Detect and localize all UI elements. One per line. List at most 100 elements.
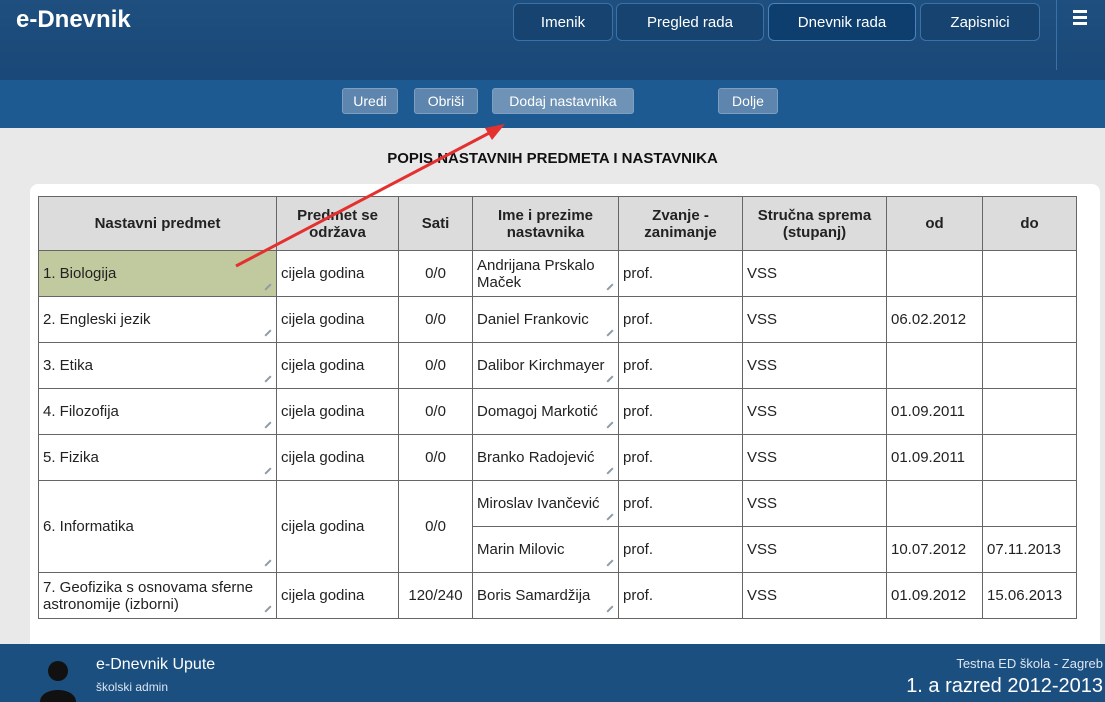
edit-button[interactable]: Uredi [342, 88, 398, 114]
pencil-icon[interactable] [264, 378, 270, 384]
to-cell [982, 480, 1077, 527]
top-header: e-Dnevnik Imenik Pregled rada Dnevnik ra… [0, 0, 1105, 80]
subject-name: 1. Biologija [43, 265, 117, 282]
col-degree: Stručna sprema (stupanj) [742, 196, 887, 251]
school-name: Testna ED škola - Zagreb [956, 656, 1103, 671]
pencil-icon[interactable] [606, 332, 612, 338]
nav-imenik[interactable]: Imenik [513, 3, 613, 41]
toolbar: Uredi Obriši Dodaj nastavnika Dolje [0, 80, 1105, 128]
user-role: školski admin [96, 680, 169, 694]
title-cell: prof. [618, 388, 743, 435]
pencil-icon[interactable] [606, 516, 612, 522]
subject-cell[interactable]: 1. Biologija [38, 250, 277, 297]
help-link[interactable]: e-Dnevnik Upute [96, 656, 215, 674]
degree-cell: VSS [742, 572, 887, 619]
pencil-icon[interactable] [264, 470, 270, 476]
teacher-cell[interactable]: Boris Samardžija [472, 572, 619, 619]
nav-dnevnik-rada[interactable]: Dnevnik rada [768, 3, 916, 41]
footer: e-Dnevnik Upute školski admin Testna ED … [0, 644, 1105, 702]
teacher-name: Dalibor Kirchmayer [477, 357, 605, 374]
degree-cell: VSS [742, 342, 887, 389]
col-teacher: Ime i prezime nastavnika [472, 196, 619, 251]
from-cell: 01.09.2011 [886, 388, 983, 435]
to-cell [982, 250, 1077, 297]
subject-cell[interactable]: 5. Fizika [38, 434, 277, 481]
pencil-icon[interactable] [264, 562, 270, 568]
pencil-icon[interactable] [264, 332, 270, 338]
teacher-name: Marin Milovic [477, 541, 565, 558]
delete-button[interactable]: Obriši [414, 88, 478, 114]
subject-cell[interactable]: 6. Informatika [38, 480, 277, 573]
down-button[interactable]: Dolje [718, 88, 778, 114]
menu-separator [1056, 0, 1057, 70]
teacher-name: Daniel Frankovic [477, 311, 589, 328]
nav-zapisnici[interactable]: Zapisnici [920, 3, 1040, 41]
avatar-icon [40, 661, 76, 702]
pencil-icon[interactable] [606, 608, 612, 614]
teacher-cell[interactable]: Branko Radojević [472, 434, 619, 481]
teacher-cell[interactable]: Domagoj Markotić [472, 388, 619, 435]
subject-cell[interactable]: 3. Etika [38, 342, 277, 389]
table-row[interactable]: 5. Fizika cijela godina 0/0 Branko Radoj… [38, 434, 1077, 481]
menu-icon[interactable] [1069, 10, 1093, 30]
to-cell [982, 434, 1077, 481]
held-cell: cijela godina [276, 388, 399, 435]
pencil-icon[interactable] [606, 424, 612, 430]
degree-cell: VSS [742, 526, 887, 573]
teacher-name: Andrijana Prskalo Maček [477, 256, 595, 291]
held-cell: cijela godina [276, 342, 399, 389]
title-cell: prof. [618, 526, 743, 573]
from-cell: 10.07.2012 [886, 526, 983, 573]
pencil-icon[interactable] [264, 424, 270, 430]
table-row[interactable]: 7. Geofizika s osnovama sferne astronomi… [38, 572, 1077, 619]
nav-pregled-rada[interactable]: Pregled rada [616, 3, 764, 41]
col-title: Zvanje - zanimanje [618, 196, 743, 251]
table-row[interactable]: 3. Etika cijela godina 0/0 Dalibor Kirch… [38, 342, 1077, 389]
degree-cell: VSS [742, 250, 887, 297]
add-teacher-button[interactable]: Dodaj nastavnika [492, 88, 634, 114]
title-cell: prof. [618, 296, 743, 343]
page-title: POPIS NASTAVNIH PREDMETA I NASTAVNIKA [387, 150, 718, 167]
table-row[interactable]: 1. Biologija cijela godina 0/0 Andrijana… [38, 250, 1077, 297]
subject-cell[interactable]: 7. Geofizika s osnovama sferne astronomi… [38, 572, 277, 619]
subject-cell[interactable]: 2. Engleski jezik [38, 296, 277, 343]
to-cell: 07.11.2013 [982, 526, 1077, 573]
subject-cell[interactable]: 4. Filozofija [38, 388, 277, 435]
table-card: Nastavni predmet Predmet se održava Sati… [30, 184, 1100, 654]
pencil-icon[interactable] [264, 286, 270, 292]
hours-cell: 0/0 [398, 250, 473, 297]
teacher-name: Boris Samardžija [477, 587, 591, 604]
from-cell [886, 480, 983, 527]
from-cell [886, 250, 983, 297]
hours-cell: 0/0 [398, 480, 473, 573]
held-cell: cijela godina [276, 250, 399, 297]
from-cell: 06.02.2012 [886, 296, 983, 343]
held-cell: cijela godina [276, 434, 399, 481]
pencil-icon[interactable] [606, 286, 612, 292]
teacher-name: Miroslav Ivančević [477, 495, 600, 512]
subject-name: 7. Geofizika s osnovama sferne astronomi… [43, 578, 254, 613]
degree-cell: VSS [742, 296, 887, 343]
pencil-icon[interactable] [606, 378, 612, 384]
teacher-cell[interactable]: Andrijana Prskalo Maček [472, 250, 619, 297]
pencil-icon[interactable] [606, 562, 612, 568]
title-cell: prof. [618, 572, 743, 619]
class-year: 1. a razred 2012-2013 [906, 675, 1103, 697]
app-title: e-Dnevnik [16, 6, 131, 33]
teacher-cell[interactable]: Miroslav Ivančević [472, 480, 619, 527]
teacher-cell[interactable]: Marin Milovic [472, 526, 619, 573]
pencil-icon[interactable] [264, 608, 270, 614]
table-row[interactable]: 4. Filozofija cijela godina 0/0 Domagoj … [38, 388, 1077, 435]
from-cell [886, 342, 983, 389]
title-cell: prof. [618, 434, 743, 481]
held-cell: cijela godina [276, 572, 399, 619]
table-row[interactable]: 6. Informatika cijela godina 0/0 Mirosla… [38, 480, 1077, 573]
teacher-cell[interactable]: Daniel Frankovic [472, 296, 619, 343]
col-subject: Nastavni predmet [38, 196, 277, 251]
teacher-cell[interactable]: Dalibor Kirchmayer [472, 342, 619, 389]
table-row[interactable]: 2. Engleski jezik cijela godina 0/0 Dani… [38, 296, 1077, 343]
from-cell: 01.09.2011 [886, 434, 983, 481]
degree-cell: VSS [742, 388, 887, 435]
held-cell: cijela godina [276, 296, 399, 343]
pencil-icon[interactable] [606, 470, 612, 476]
